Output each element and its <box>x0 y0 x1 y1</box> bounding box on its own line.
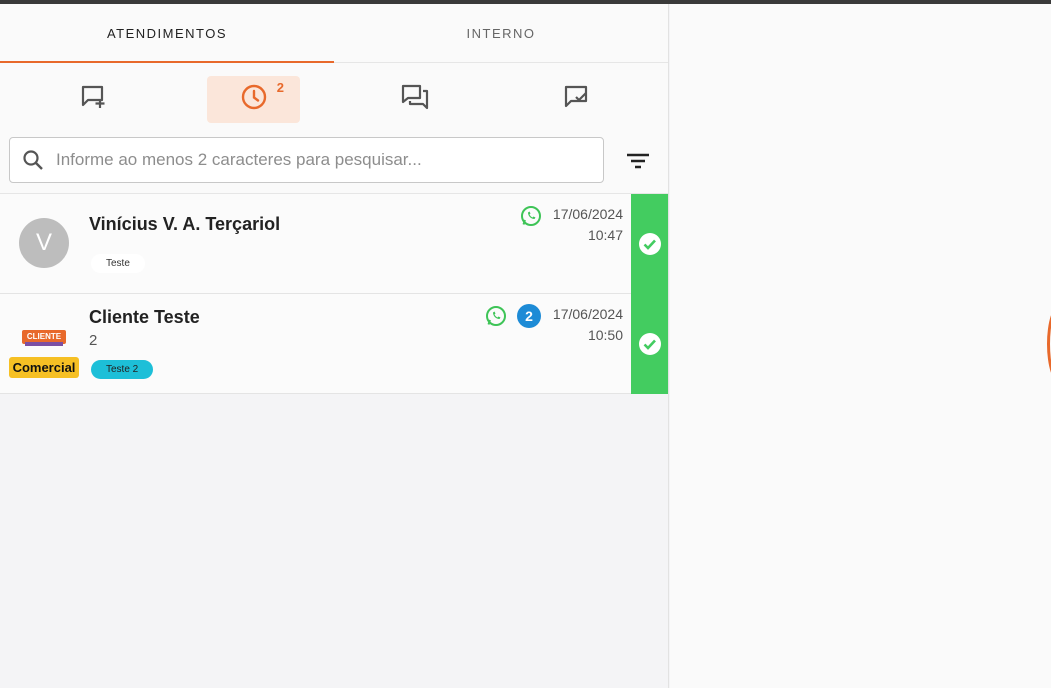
last-message-preview: 2 <box>89 332 98 349</box>
whatsapp-icon <box>521 206 541 226</box>
conversation-time: 10:50 <box>587 327 623 343</box>
conversation-timestamp: 17/06/2024 10:50 <box>553 304 623 346</box>
conversation-date: 17/06/2024 <box>552 206 623 222</box>
client-logo-text: CLIENTE <box>26 332 62 341</box>
status-filter-bar: 2 <box>0 63 668 134</box>
conversation-date: 17/06/2024 <box>552 306 623 322</box>
check-circle-icon <box>638 333 661 355</box>
tag-badge: Teste <box>91 254 145 273</box>
avatar: V <box>19 218 69 268</box>
conversations-panel: ATENDIMENTOS INTERNO 2 Informe ao menos … <box>0 4 669 688</box>
contact-name: Vinícius V. A. Terçariol <box>89 214 281 234</box>
department-badge: Comercial <box>9 357 79 378</box>
tab-atendimentos[interactable]: ATENDIMENTOS <box>0 4 334 63</box>
finish-conversation-button[interactable] <box>631 294 668 394</box>
conversation-row[interactable]: CLIENTE Comercial Cliente Teste 2 Teste … <box>0 294 668 394</box>
tag-badge: Teste 2 <box>91 360 154 379</box>
search-row <box>0 134 668 194</box>
clock-icon <box>240 83 268 116</box>
tab-bar: ATENDIMENTOS INTERNO <box>0 4 668 63</box>
chat-check-icon <box>562 83 590 116</box>
chat-add-icon <box>79 83 107 116</box>
filter-done-button[interactable] <box>529 76 622 123</box>
filter-open-button[interactable] <box>368 76 461 123</box>
chat-area <box>670 4 1051 688</box>
contact-name: Cliente Teste <box>89 307 200 327</box>
conversation-row[interactable]: V Vinícius V. A. Terçariol Teste 17/06/2… <box>0 194 668 294</box>
check-circle-icon <box>638 233 661 255</box>
search-input[interactable] <box>56 150 596 170</box>
filter-list-icon[interactable] <box>620 144 656 178</box>
filter-new-button[interactable] <box>46 76 139 123</box>
filter-waiting-button[interactable]: 2 <box>207 76 300 123</box>
whatsapp-icon <box>486 306 506 326</box>
search-icon <box>10 138 56 182</box>
unread-count-badge: 2 <box>517 304 541 328</box>
decorative-circle-edge <box>1047 304 1051 384</box>
waiting-count-badge: 2 <box>276 80 284 95</box>
tab-interno[interactable]: INTERNO <box>334 4 668 62</box>
conversation-timestamp: 17/06/2024 10:47 <box>553 204 623 246</box>
forum-icon <box>400 83 430 116</box>
search-box <box>9 137 604 183</box>
conversation-time: 10:47 <box>587 227 623 243</box>
finish-conversation-button[interactable] <box>631 194 668 294</box>
